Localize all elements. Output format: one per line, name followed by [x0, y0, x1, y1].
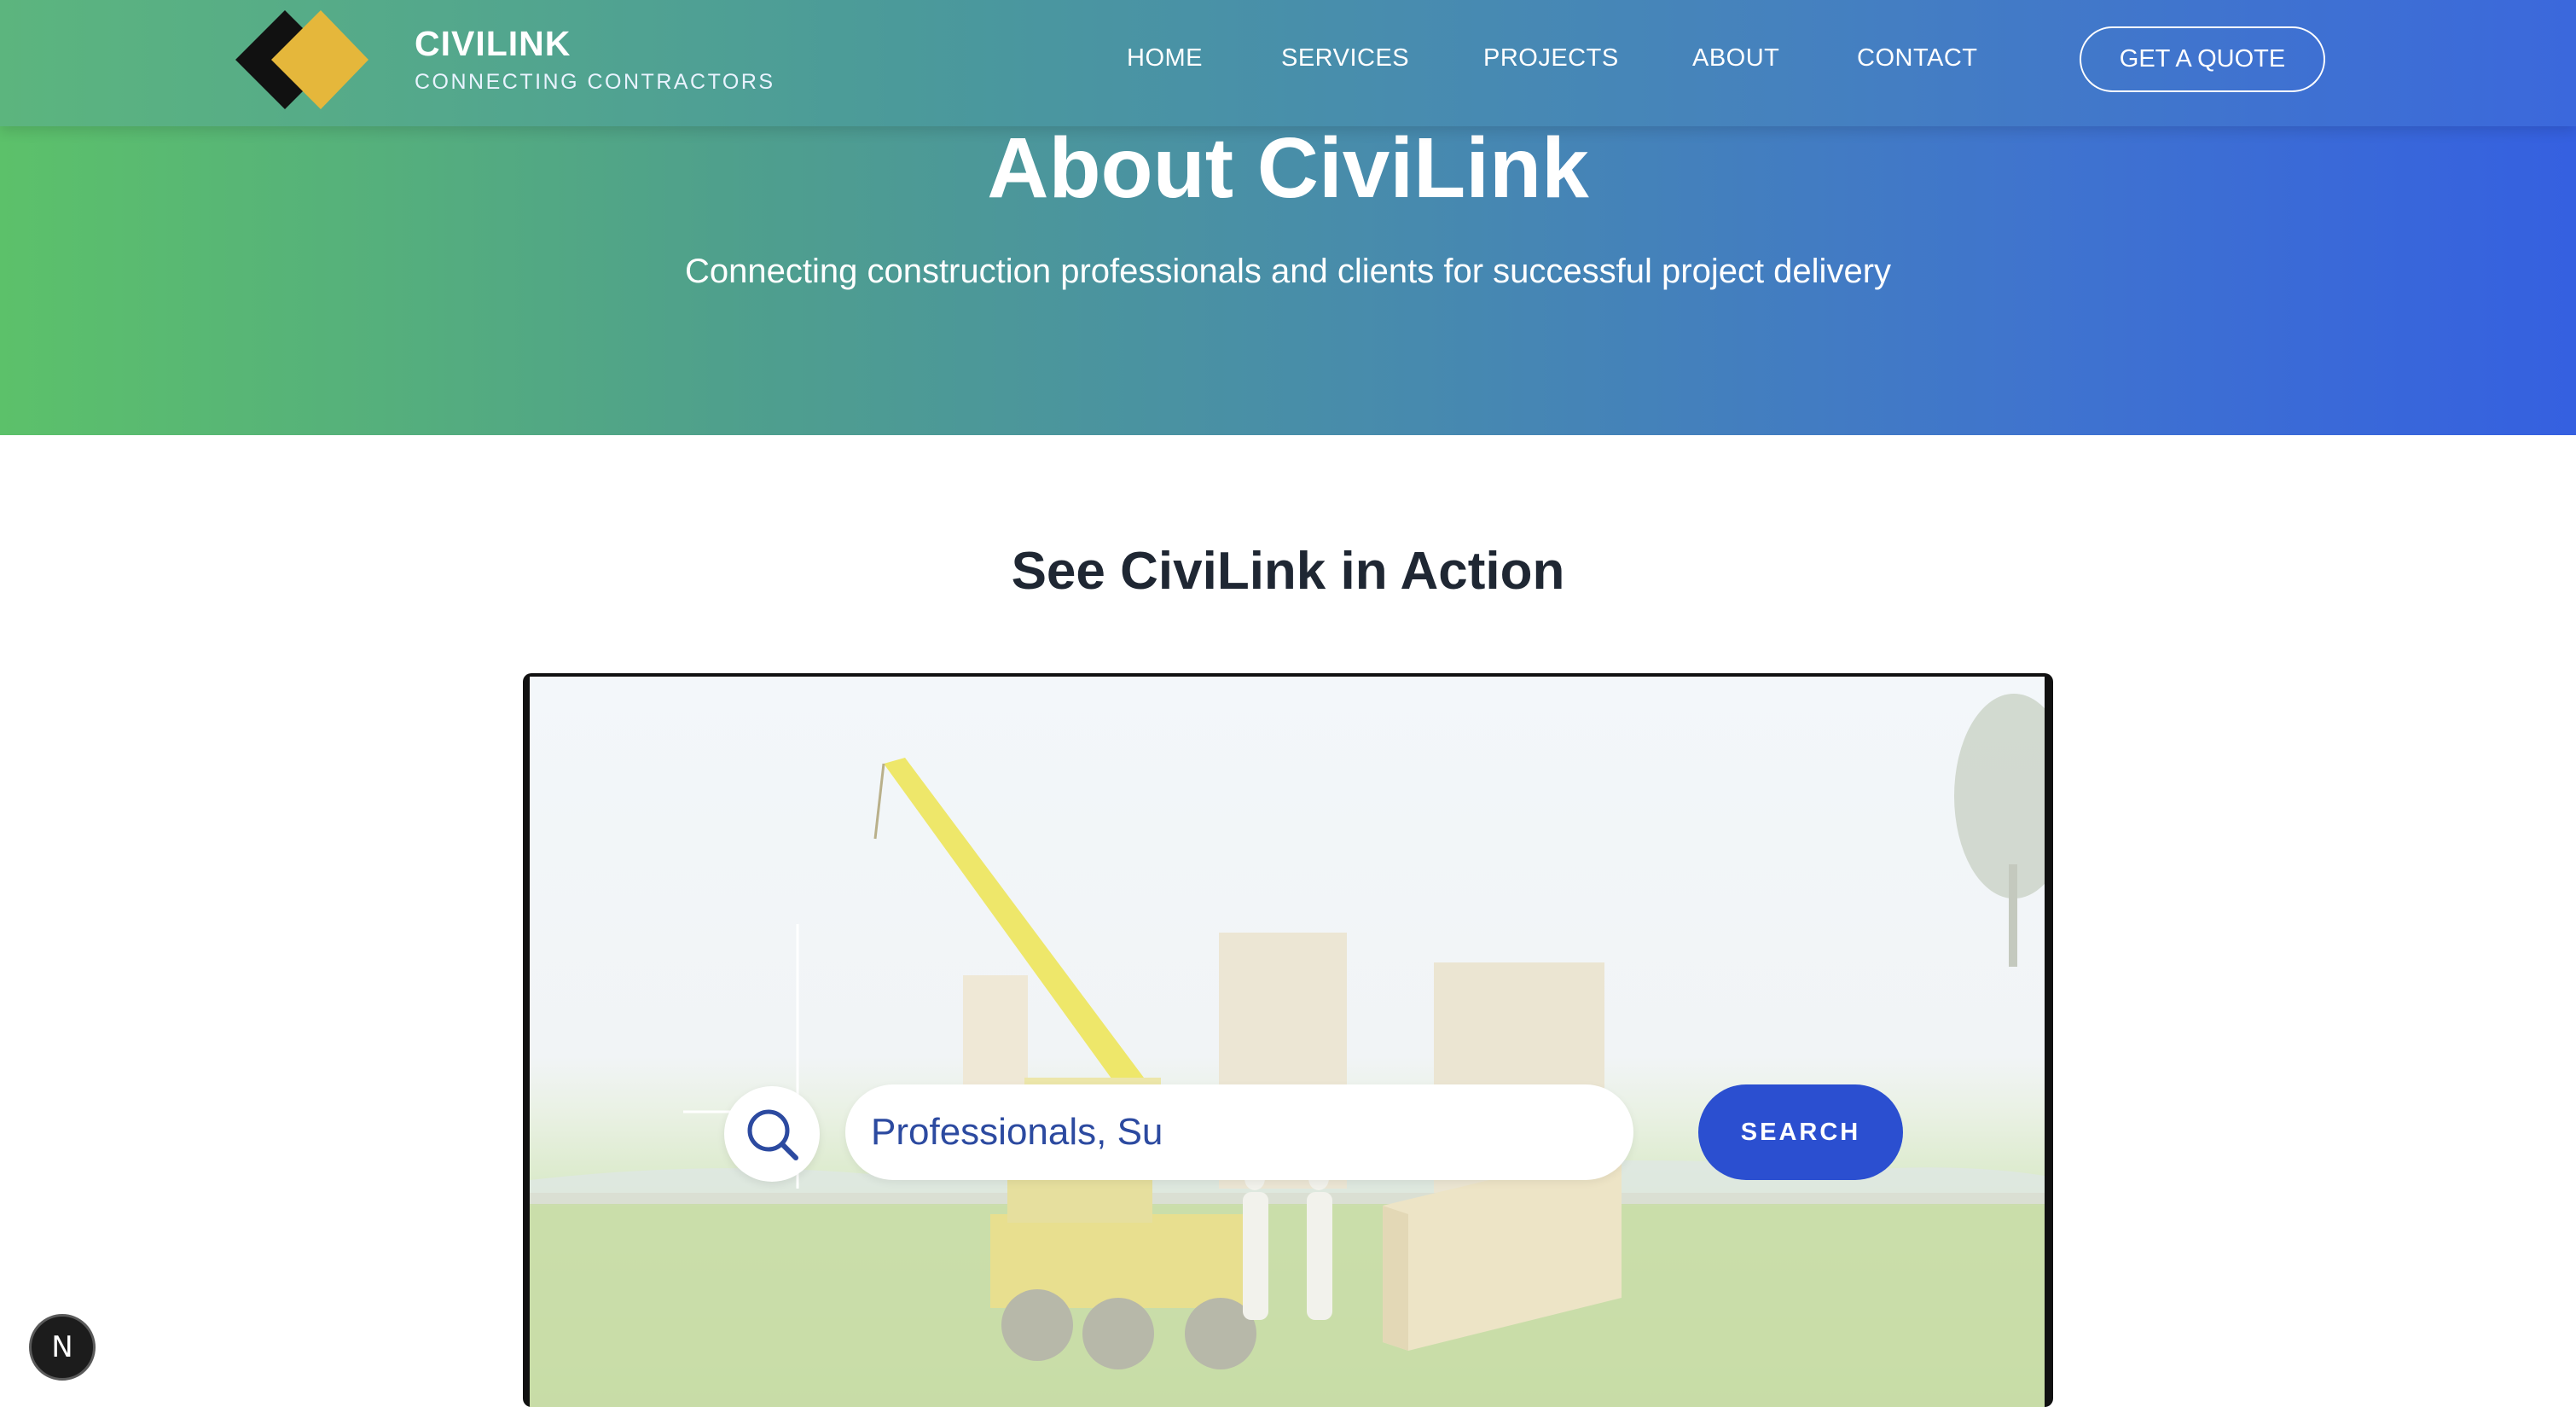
nav-link-projects[interactable]: PROJECTS	[1483, 44, 1619, 73]
section-title: See CiviLink in Action	[1011, 542, 1565, 601]
nav-link-services[interactable]: SERVICES	[1281, 44, 1409, 73]
search-input[interactable]	[845, 1084, 1633, 1180]
search-circle[interactable]	[724, 1086, 820, 1182]
nav-link-home[interactable]: HOME	[1127, 44, 1203, 73]
video-frame-image: SEARCH	[530, 677, 2045, 1407]
get-quote-button[interactable]: GET A QUOTE	[2080, 26, 2325, 92]
brand-name[interactable]: CIVILINK	[415, 24, 571, 64]
construction-scene-illustration	[530, 694, 2045, 1407]
dev-tools-badge[interactable]: N	[29, 1314, 96, 1381]
demo-video-player[interactable]: SEARCH	[523, 673, 2053, 1407]
magnifier-icon	[747, 1109, 798, 1160]
page-title: About CiviLink	[987, 120, 1589, 216]
hero-subtitle: Connecting construction professionals an…	[684, 253, 1892, 290]
top-navbar: CIVILINK CONNECTING CONTRACTORS HOME SER…	[0, 0, 2576, 126]
diamond-logo-icon[interactable]	[235, 10, 368, 109]
nav-link-contact[interactable]: CONTACT	[1857, 44, 1978, 73]
nav-link-about[interactable]: ABOUT	[1692, 44, 1779, 73]
search-button[interactable]: SEARCH	[1698, 1084, 1903, 1180]
brand-tagline: CONNECTING CONTRACTORS	[415, 70, 775, 94]
